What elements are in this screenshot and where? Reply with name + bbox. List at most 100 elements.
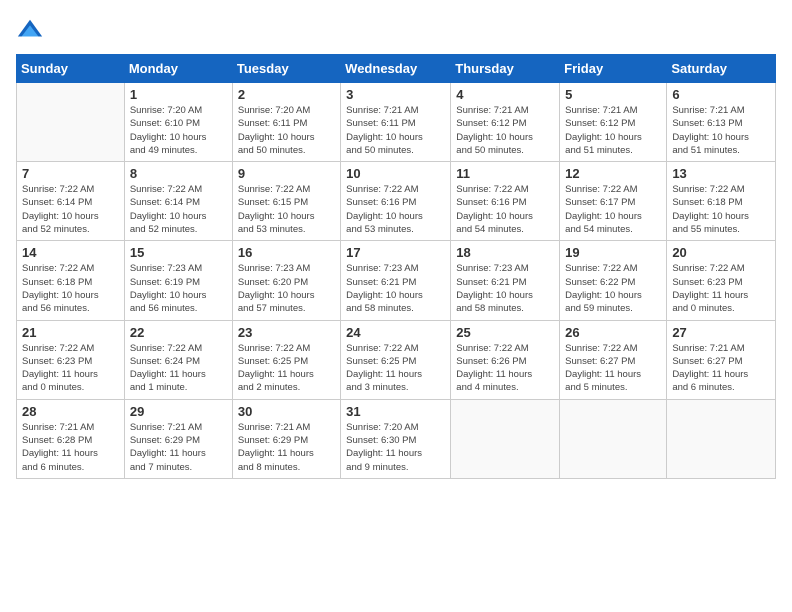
day-number: 3: [346, 87, 445, 102]
calendar-cell: 30Sunrise: 7:21 AMSunset: 6:29 PMDayligh…: [232, 399, 340, 478]
calendar-cell: 16 Sunrise: 7:23 AMSunset: 6:20 PMDayligh…: [232, 241, 340, 320]
calendar-cell: 21Sunrise: 7:22 AMSunset: 6:23 PMDayligh…: [17, 320, 125, 399]
day-info: Sunrise: 7:22 AMSunset: 6:18 PMDaylight:…: [672, 183, 770, 236]
calendar-cell: 19 Sunrise: 7:22 AMSunset: 6:22 PMDayligh…: [560, 241, 667, 320]
calendar-cell: 12 Sunrise: 7:22 AMSunset: 6:17 PMDayligh…: [560, 162, 667, 241]
day-number: 29: [130, 404, 227, 419]
calendar-cell: 8 Sunrise: 7:22 AMSunset: 6:14 PMDaylight…: [124, 162, 232, 241]
calendar-cell: 18 Sunrise: 7:23 AMSunset: 6:21 PMDayligh…: [451, 241, 560, 320]
calendar-cell: 14 Sunrise: 7:22 AMSunset: 6:18 PMDayligh…: [17, 241, 125, 320]
calendar-header-sunday: Sunday: [17, 55, 125, 83]
day-info: Sunrise: 7:22 AMSunset: 6:25 PMDaylight:…: [346, 342, 445, 395]
day-info: Sunrise: 7:22 AMSunset: 6:15 PMDaylight:…: [238, 183, 335, 236]
day-number: 21: [22, 325, 119, 340]
day-number: 26: [565, 325, 661, 340]
day-number: 28: [22, 404, 119, 419]
calendar-cell: 2 Sunrise: 7:20 AMSunset: 6:11 PMDaylight…: [232, 83, 340, 162]
day-info: Sunrise: 7:22 AMSunset: 6:17 PMDaylight:…: [565, 183, 661, 236]
day-info: Sunrise: 7:22 AMSunset: 6:25 PMDaylight:…: [238, 342, 335, 395]
day-number: 1: [130, 87, 227, 102]
day-info: Sunrise: 7:23 AMSunset: 6:19 PMDaylight:…: [130, 262, 227, 315]
calendar-cell: 9 Sunrise: 7:22 AMSunset: 6:15 PMDaylight…: [232, 162, 340, 241]
day-info: Sunrise: 7:21 AMSunset: 6:27 PMDaylight:…: [672, 342, 770, 395]
day-number: 8: [130, 166, 227, 181]
calendar-week-row-3: 14 Sunrise: 7:22 AMSunset: 6:18 PMDayligh…: [17, 241, 776, 320]
calendar-cell: 20Sunrise: 7:22 AMSunset: 6:23 PMDayligh…: [667, 241, 776, 320]
day-number: 9: [238, 166, 335, 181]
calendar-header-friday: Friday: [560, 55, 667, 83]
calendar-cell: 7Sunrise: 7:22 AMSunset: 6:14 PMDaylight…: [17, 162, 125, 241]
day-info: Sunrise: 7:22 AMSunset: 6:14 PMDaylight:…: [22, 183, 119, 236]
calendar-cell: 24 Sunrise: 7:22 AMSunset: 6:25 PMDayligh…: [341, 320, 451, 399]
day-info: Sunrise: 7:21 AMSunset: 6:29 PMDaylight:…: [238, 421, 335, 474]
calendar-cell: 10 Sunrise: 7:22 AMSunset: 6:16 PMDayligh…: [341, 162, 451, 241]
day-number: 20: [672, 245, 770, 260]
day-info: Sunrise: 7:21 AMSunset: 6:13 PMDaylight:…: [672, 104, 770, 157]
day-number: 11: [456, 166, 554, 181]
day-info: Sunrise: 7:21 AMSunset: 6:29 PMDaylight:…: [130, 421, 227, 474]
calendar-cell: 31 Sunrise: 7:20 AMSunset: 6:30 PMDayligh…: [341, 399, 451, 478]
calendar-cell: 28 Sunrise: 7:21 AMSunset: 6:28 PMDayligh…: [17, 399, 125, 478]
calendar-week-row-4: 21Sunrise: 7:22 AMSunset: 6:23 PMDayligh…: [17, 320, 776, 399]
calendar-cell: 15 Sunrise: 7:23 AMSunset: 6:19 PMDayligh…: [124, 241, 232, 320]
day-number: 27: [672, 325, 770, 340]
day-info: Sunrise: 7:23 AMSunset: 6:21 PMDaylight:…: [456, 262, 554, 315]
day-info: Sunrise: 7:22 AMSunset: 6:18 PMDaylight:…: [22, 262, 119, 315]
calendar-cell: 29 Sunrise: 7:21 AMSunset: 6:29 PMDayligh…: [124, 399, 232, 478]
day-info: Sunrise: 7:23 AMSunset: 6:20 PMDaylight:…: [238, 262, 335, 315]
day-number: 10: [346, 166, 445, 181]
calendar-header-wednesday: Wednesday: [341, 55, 451, 83]
calendar-cell: 11 Sunrise: 7:22 AMSunset: 6:16 PMDayligh…: [451, 162, 560, 241]
day-number: 22: [130, 325, 227, 340]
day-info: Sunrise: 7:22 AMSunset: 6:26 PMDaylight:…: [456, 342, 554, 395]
day-number: 14: [22, 245, 119, 260]
day-info: Sunrise: 7:22 AMSunset: 6:16 PMDaylight:…: [456, 183, 554, 236]
calendar-header-monday: Monday: [124, 55, 232, 83]
day-info: Sunrise: 7:21 AMSunset: 6:28 PMDaylight:…: [22, 421, 119, 474]
day-info: Sunrise: 7:21 AMSunset: 6:12 PMDaylight:…: [456, 104, 554, 157]
day-number: 31: [346, 404, 445, 419]
day-number: 24: [346, 325, 445, 340]
calendar-week-row-1: 1 Sunrise: 7:20 AMSunset: 6:10 PMDaylight…: [17, 83, 776, 162]
logo-icon: [16, 16, 44, 44]
day-number: 16: [238, 245, 335, 260]
calendar-cell: 4Sunrise: 7:21 AMSunset: 6:12 PMDaylight…: [451, 83, 560, 162]
calendar-cell: 22 Sunrise: 7:22 AMSunset: 6:24 PMDayligh…: [124, 320, 232, 399]
day-info: Sunrise: 7:22 AMSunset: 6:16 PMDaylight:…: [346, 183, 445, 236]
day-info: Sunrise: 7:22 AMSunset: 6:14 PMDaylight:…: [130, 183, 227, 236]
day-info: Sunrise: 7:20 AMSunset: 6:30 PMDaylight:…: [346, 421, 445, 474]
day-info: Sunrise: 7:22 AMSunset: 6:24 PMDaylight:…: [130, 342, 227, 395]
day-number: 13: [672, 166, 770, 181]
day-number: 2: [238, 87, 335, 102]
calendar-cell: 3 Sunrise: 7:21 AMSunset: 6:11 PMDaylight…: [341, 83, 451, 162]
day-number: 23: [238, 325, 335, 340]
day-info: Sunrise: 7:22 AMSunset: 6:22 PMDaylight:…: [565, 262, 661, 315]
calendar-cell: 13 Sunrise: 7:22 AMSunset: 6:18 PMDayligh…: [667, 162, 776, 241]
logo: [16, 16, 48, 44]
day-info: Sunrise: 7:20 AMSunset: 6:11 PMDaylight:…: [238, 104, 335, 157]
day-number: 19: [565, 245, 661, 260]
calendar-cell: [17, 83, 125, 162]
day-number: 17: [346, 245, 445, 260]
day-number: 18: [456, 245, 554, 260]
calendar-header-saturday: Saturday: [667, 55, 776, 83]
day-number: 15: [130, 245, 227, 260]
day-info: Sunrise: 7:21 AMSunset: 6:11 PMDaylight:…: [346, 104, 445, 157]
calendar-cell: 27 Sunrise: 7:21 AMSunset: 6:27 PMDayligh…: [667, 320, 776, 399]
calendar-header-row: SundayMondayTuesdayWednesdayThursdayFrid…: [17, 55, 776, 83]
calendar-header-tuesday: Tuesday: [232, 55, 340, 83]
day-number: 12: [565, 166, 661, 181]
calendar-cell: 25 Sunrise: 7:22 AMSunset: 6:26 PMDayligh…: [451, 320, 560, 399]
day-info: Sunrise: 7:20 AMSunset: 6:10 PMDaylight:…: [130, 104, 227, 157]
calendar-week-row-2: 7Sunrise: 7:22 AMSunset: 6:14 PMDaylight…: [17, 162, 776, 241]
calendar-cell: 26Sunrise: 7:22 AMSunset: 6:27 PMDayligh…: [560, 320, 667, 399]
calendar-cell: 23 Sunrise: 7:22 AMSunset: 6:25 PMDayligh…: [232, 320, 340, 399]
calendar-table: SundayMondayTuesdayWednesdayThursdayFrid…: [16, 54, 776, 479]
calendar-cell: [667, 399, 776, 478]
calendar-week-row-5: 28 Sunrise: 7:21 AMSunset: 6:28 PMDayligh…: [17, 399, 776, 478]
page-header: [16, 16, 776, 44]
day-number: 25: [456, 325, 554, 340]
calendar-cell: 5Sunrise: 7:21 AMSunset: 6:12 PMDaylight…: [560, 83, 667, 162]
day-number: 6: [672, 87, 770, 102]
calendar-header-thursday: Thursday: [451, 55, 560, 83]
